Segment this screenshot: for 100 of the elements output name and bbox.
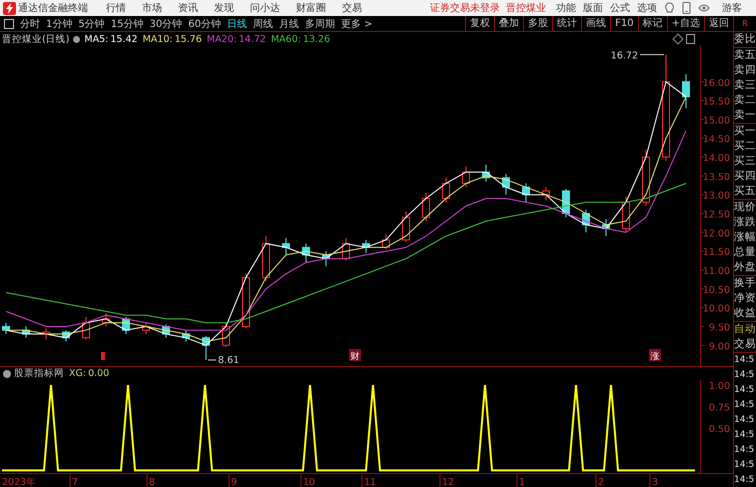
indicator-title: 股票指标网 [14,367,64,380]
circle-icon[interactable] [3,370,11,378]
price-axis-label: 14.50 [702,134,730,146]
chart-tool-button[interactable]: +自选 [666,16,704,31]
period-tab[interactable]: 月线 [278,16,299,30]
candlestick [582,209,590,233]
menu-item[interactable]: 交易 [342,1,362,15]
trade-time: 14:5 [734,399,756,412]
candlestick [282,238,290,256]
quote-label: 卖二 [734,93,756,108]
price-axis-label: 9.00 [708,341,730,352]
candlestick [62,330,70,342]
logo-icon [3,2,16,14]
quote-label: 换手 [734,276,756,291]
candlestick [102,312,110,327]
menu-item[interactable]: 行情 [106,1,126,15]
period-tab[interactable]: 日线 [226,16,247,30]
chart-tool-button[interactable]: 标记 [638,16,667,31]
menu-item[interactable]: 功能 [556,1,576,15]
moving-average-value: 15.76 [174,34,202,44]
chart-tool-button[interactable]: 叠加 [494,16,524,31]
user-name[interactable]: 游客 [722,1,742,15]
phone-icon[interactable] [682,2,691,14]
quote-label: 收益 [734,306,756,321]
price-axis-label: 14.00 [702,153,730,164]
candlestick [522,182,530,203]
period-tab[interactable]: 30分钟 [149,16,182,30]
candlestick [242,273,250,329]
menu-item[interactable]: 市场 [142,1,162,15]
candlestick [482,164,490,182]
trade-time: 14:5 [734,369,756,382]
chart-tool-button[interactable]: 多股 [523,16,552,31]
period-tab[interactable]: 1分钟 [46,16,72,30]
menu-item[interactable]: 财富圈 [296,1,326,15]
indicator-axis-label: 1.00 [708,381,730,392]
price-axis-label: 11.50 [702,247,730,258]
chart-tool-button[interactable]: 复权 [465,16,494,31]
indicator-axis-label: 0.75 [708,402,730,414]
price-label: 16.72 [610,50,638,62]
trade-time: 14:5 [734,459,756,472]
settings-icon[interactable] [73,36,80,42]
trade-time: 14:5 [734,429,756,442]
menu-item[interactable]: 问小达 [250,1,280,15]
chart-tool-button[interactable]: 返回 [704,16,733,31]
price-axis-label: 15.50 [702,96,730,108]
date-axis-label: 12 [442,477,454,487]
period-tab[interactable]: 60分钟 [188,16,221,30]
period-tab[interactable]: 多周期 [304,16,335,30]
period-tab[interactable]: 周线 [252,16,273,30]
period-tab[interactable]: 15分钟 [110,16,144,30]
quote-label[interactable]: 自动 [734,322,756,337]
menu-item[interactable]: 公式 [610,1,630,15]
period-tab[interactable]: 更多 > [340,16,373,30]
candlestick [302,243,310,263]
candlestick [122,316,130,334]
eye-icon[interactable] [698,3,710,13]
period-tab[interactable]: 5分钟 [78,16,105,30]
menu-item[interactable]: 选项 [637,1,657,15]
panel-badge[interactable]: R [733,16,756,31]
candlestick [22,326,30,338]
chart-tool-button[interactable]: F10 [610,16,638,31]
candlestick [502,174,510,196]
quote-label: 买一 [734,124,756,139]
candlestick [142,322,150,334]
quote-label: 净资 [734,291,756,306]
panel-toggle-icon[interactable] [686,34,695,44]
quote-label: 买五 [734,184,756,199]
moving-average-value: 13.26 [302,34,330,44]
price-axis-label: 11.00 [702,266,730,277]
window-toggle-icon[interactable] [4,18,14,28]
chart-tool-button[interactable]: 统计 [552,16,582,31]
price-axis-label: 16.00 [702,78,730,89]
stock-link[interactable]: 晋控煤业 [506,1,546,15]
price-axis-label: 9.50 [708,322,730,334]
quote-label: 买二 [734,139,756,154]
price-axis-label: 10.50 [702,284,730,296]
price-axis-label: 12.50 [702,210,730,221]
trade-time: 14:5 [734,474,756,487]
price-axis-label: 13.00 [702,190,730,202]
candlestick [402,211,410,242]
period-tab[interactable]: 分时 [20,16,40,30]
date-axis-label: 8 [149,477,156,487]
candlestick [622,196,630,233]
quote-label: 委比 [734,32,756,47]
menu-item[interactable]: 资讯 [178,1,198,15]
leader-line [208,359,216,360]
chart-tool-button[interactable]: 画线 [581,16,610,31]
menu-item[interactable]: 版面 [583,1,603,15]
candlestick [642,149,650,206]
candlestick [322,250,330,267]
stock-title: 晋控煤业(日线) [2,32,70,46]
trade-time: 14:5 [734,384,756,397]
lightbulb-icon[interactable] [664,2,675,14]
moving-average-value: 15.42 [110,34,138,44]
candlestick [462,166,470,188]
trade-time: 14:5 [734,444,756,457]
menu-item[interactable]: 发现 [214,1,234,15]
candlestick [182,330,190,342]
quote-label: 总量 [734,245,756,260]
price-axis-label: 10.00 [702,304,730,315]
